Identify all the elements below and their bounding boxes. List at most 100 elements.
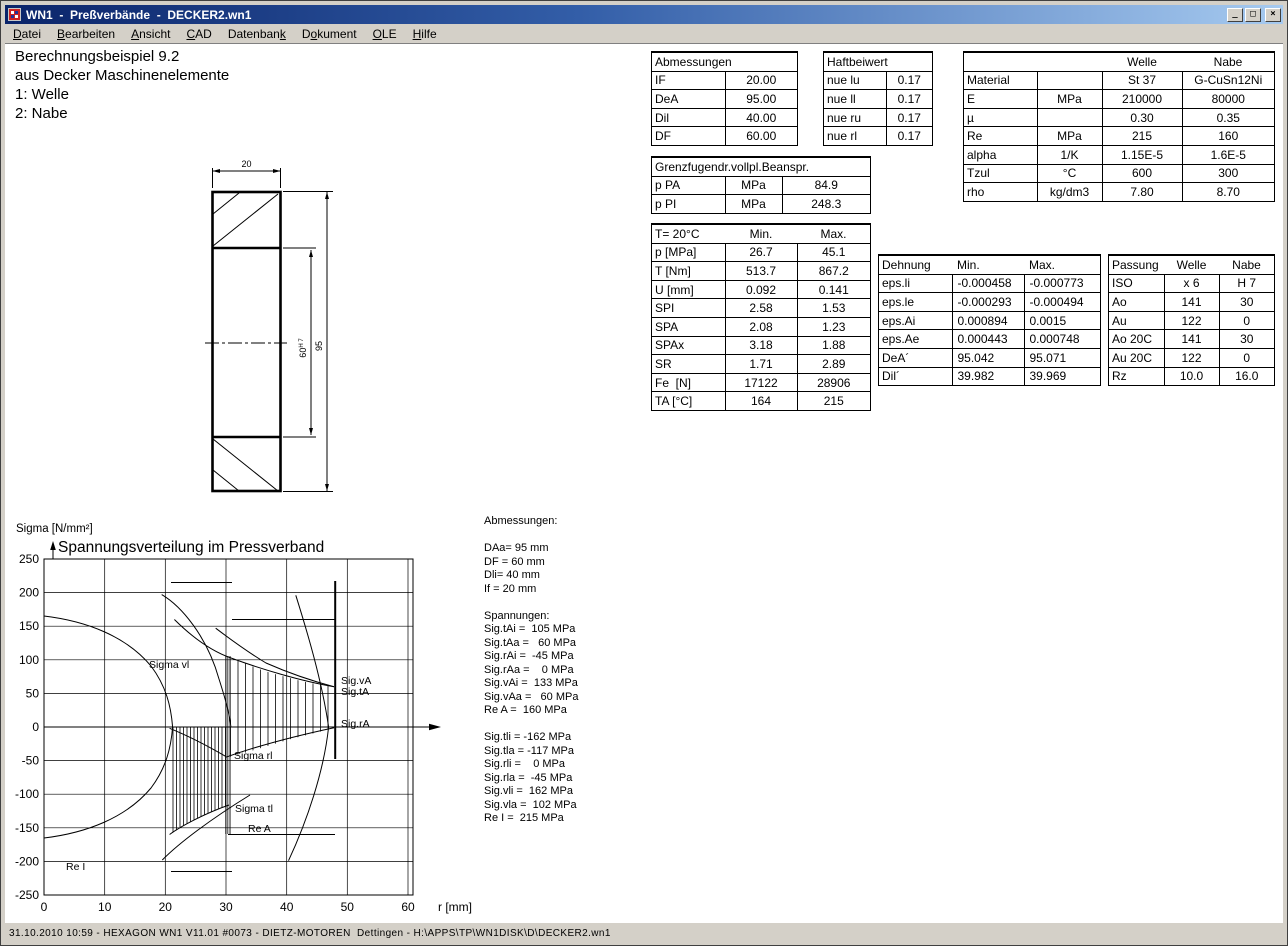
table-cell: 3.18 xyxy=(725,336,797,355)
table-cell: Max. xyxy=(1024,256,1101,275)
page-heading: Berechnungsbeispiel 9.2aus Decker Maschi… xyxy=(15,47,229,123)
table-cell: Abmessungen xyxy=(652,53,798,72)
table-cell: 30 xyxy=(1219,293,1275,312)
menu-item-bearbeiten[interactable]: Bearbeiten xyxy=(49,26,123,42)
svg-text:200: 200 xyxy=(19,586,39,600)
text-line: Sig.rAi = -45 MPa xyxy=(484,650,578,664)
table-cell: °C xyxy=(1037,164,1102,183)
table-cell: Dehnung xyxy=(879,256,953,275)
table-cell: 1.53 xyxy=(797,299,871,318)
table-cell: 84.9 xyxy=(782,176,871,195)
svg-text:50: 50 xyxy=(341,900,355,914)
data-table: DehnungMin.Max.eps.li-0.000458-0.000773e… xyxy=(878,254,1101,386)
table-cell: x 6 xyxy=(1164,274,1219,293)
svg-text:Sigma tl: Sigma tl xyxy=(235,803,273,815)
svg-text:50: 50 xyxy=(26,686,40,700)
table-cell: Min. xyxy=(725,225,797,244)
grenzfugendruck-table: Grenzfugendr.vollpl.Beanspr.p PAMPa84.9p… xyxy=(651,156,871,214)
menu-item-dokument[interactable]: Dokument xyxy=(294,26,365,42)
table-cell: p [MPa] xyxy=(652,243,726,262)
table-cell: eps.Ae xyxy=(879,330,953,349)
t20-table: T= 20°CMin.Max.p [MPa]26.745.1T [Nm]513.… xyxy=(651,223,871,411)
text-line: Sig.rAa = 0 MPa xyxy=(484,664,578,678)
results-text-block: Abmessungen: DAa= 95 mmDF = 60 mmDli= 40… xyxy=(484,515,578,826)
abmessungen-table: AbmessungenIF20.00DeA95.00Dil40.00DF60.0… xyxy=(651,51,798,146)
data-table: AbmessungenIF20.00DeA95.00Dil40.00DF60.0… xyxy=(651,51,798,146)
menu-item-cad[interactable]: CAD xyxy=(178,26,219,42)
table-cell: eps.le xyxy=(879,293,953,312)
text-line xyxy=(484,596,578,610)
svg-text:Sig.rA: Sig.rA xyxy=(341,718,370,730)
close-button[interactable]: × xyxy=(1265,8,1281,22)
menu-item-datei[interactable]: Datei xyxy=(5,26,49,42)
table-cell: 141 xyxy=(1164,330,1219,349)
table-cell: IF xyxy=(652,71,726,90)
table-cell: 45.1 xyxy=(797,243,871,262)
menu-item-hilfe[interactable]: Hilfe xyxy=(405,26,445,42)
table-cell xyxy=(1037,71,1102,90)
table-cell xyxy=(1037,108,1102,127)
table-cell: 1.15E-5 xyxy=(1102,145,1182,164)
table-cell: MPa xyxy=(1037,127,1102,146)
table-cell: Nabe xyxy=(1219,256,1275,275)
table-cell: 1.6E-5 xyxy=(1182,145,1275,164)
table-cell: alpha xyxy=(964,145,1038,164)
table-cell: p PA xyxy=(652,176,726,195)
table-cell: -0.000773 xyxy=(1024,274,1101,293)
svg-text:40: 40 xyxy=(280,900,294,914)
table-cell: 300 xyxy=(1182,164,1275,183)
text-line: Sig.tli = -162 MPa xyxy=(484,731,578,745)
table-cell: 164 xyxy=(725,392,797,411)
table-cell: eps.li xyxy=(879,274,953,293)
table-cell: Welle xyxy=(1164,256,1219,275)
table-cell: 1.88 xyxy=(797,336,871,355)
svg-text:Re A: Re A xyxy=(248,823,271,835)
y-axis-title: Sigma [N/mm²] xyxy=(16,523,93,535)
table-cell: µ xyxy=(964,108,1038,127)
menu-item-datenbank[interactable]: Datenbank xyxy=(220,26,294,42)
table-cell: 0.0015 xyxy=(1024,311,1101,330)
title-bar[interactable]: WN1 - Preßverbände - DECKER2.wn1 _ □ × xyxy=(5,5,1283,24)
table-cell: TA [°C] xyxy=(652,392,726,411)
text-line xyxy=(484,529,578,543)
table-cell: -0.000494 xyxy=(1024,293,1101,312)
table-cell: Min. xyxy=(952,256,1024,275)
table-cell: T [Nm] xyxy=(652,262,726,281)
minimize-button[interactable]: _ xyxy=(1227,8,1243,22)
table-cell: 40.00 xyxy=(725,108,798,127)
application-window: WN1 - Preßverbände - DECKER2.wn1 _ □ × D… xyxy=(0,0,1288,946)
text-line: Sig.tAi = 105 MPa xyxy=(484,623,578,637)
table-cell: Material xyxy=(964,71,1038,90)
table-cell: eps.Ai xyxy=(879,311,953,330)
chart-title: Spannungsverteilung im Pressverband xyxy=(58,539,324,556)
table-cell: 215 xyxy=(1102,127,1182,146)
text-line: Sig.vli = 162 MPa xyxy=(484,785,578,799)
table-cell: kg/dm3 xyxy=(1037,183,1102,202)
table-cell: 0.000748 xyxy=(1024,330,1101,349)
y-tick-labels: 250 200 150 100 50 0 -50 -100 -150 -200 … xyxy=(15,552,39,902)
table-cell: Fe [N] xyxy=(652,373,726,392)
text-line: Sig.vla = 102 MPa xyxy=(484,799,578,813)
table-cell: U [mm] xyxy=(652,280,726,299)
table-cell: 2.58 xyxy=(725,299,797,318)
table-cell: 0.17 xyxy=(886,71,933,90)
table-cell: 0.17 xyxy=(886,90,933,109)
table-cell: Passung xyxy=(1109,256,1165,275)
table-cell: 95.071 xyxy=(1024,348,1101,367)
material-table: WelleNabeMaterialSt 37G-CuSn12NiEMPa2100… xyxy=(963,51,1275,202)
table-cell: nue lu xyxy=(824,71,887,90)
svg-text:30: 30 xyxy=(219,900,233,914)
table-cell: Ao xyxy=(1109,293,1165,312)
text-line: If = 20 mm xyxy=(484,583,578,597)
table-cell: SR xyxy=(652,355,726,374)
maximize-button[interactable]: □ xyxy=(1245,8,1261,22)
table-cell: G-CuSn12Ni xyxy=(1182,71,1275,90)
data-table: T= 20°CMin.Max.p [MPa]26.745.1T [Nm]513.… xyxy=(651,223,871,411)
menu-item-ole[interactable]: OLE xyxy=(365,26,405,42)
text-line xyxy=(484,718,578,732)
table-cell: 0 xyxy=(1219,311,1275,330)
text-line: Berechnungsbeispiel 9.2 xyxy=(15,47,229,66)
table-cell: 0.092 xyxy=(725,280,797,299)
text-line: Re A = 160 MPa xyxy=(484,704,578,718)
menu-item-ansicht[interactable]: Ansicht xyxy=(123,26,178,42)
